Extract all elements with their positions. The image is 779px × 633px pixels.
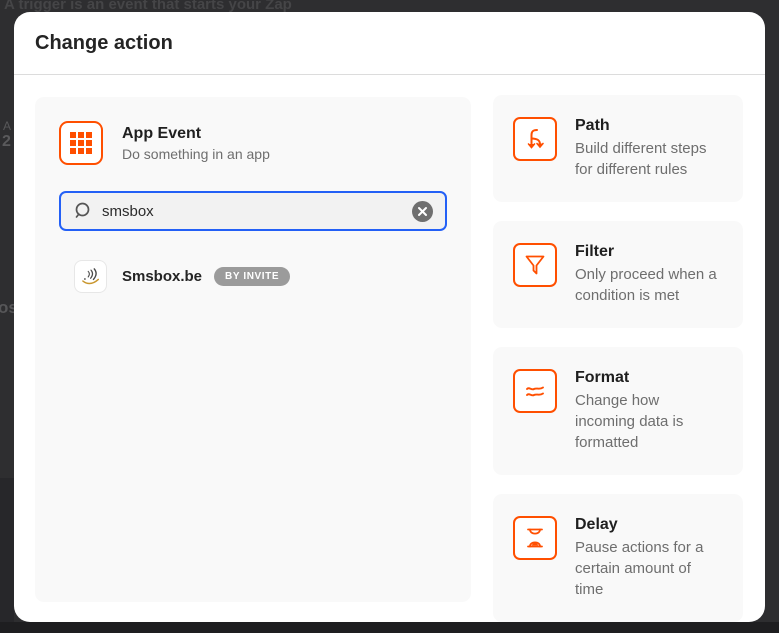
- path-icon: [513, 117, 557, 161]
- card-description: Change how incoming data is formatted: [575, 392, 684, 451]
- delay-icon: [513, 516, 557, 560]
- app-event-subtitle: Do something in an app: [122, 145, 270, 162]
- card-description: Build different steps for different rule…: [575, 140, 707, 178]
- card-title: Delay: [575, 516, 618, 533]
- search-icon: [73, 201, 93, 221]
- card-description: Only proceed when a condition is met: [575, 266, 717, 304]
- filter-card[interactable]: Filter Only proceed when a condition is …: [493, 221, 743, 328]
- path-card[interactable]: Path Build different steps for different…: [493, 95, 743, 202]
- result-app-name: Smsbox.be: [122, 268, 203, 285]
- background-block: [0, 478, 14, 633]
- app-event-panel: App Event Do something in an app smsbox …: [35, 97, 471, 602]
- format-icon: [513, 369, 557, 413]
- background-fragment: A: [3, 119, 12, 133]
- format-card[interactable]: Format Change how incoming data is forma…: [493, 347, 743, 475]
- change-action-modal: Change action App Event Do something in …: [14, 12, 765, 622]
- app-event-title: App Event: [122, 124, 202, 142]
- page-title: Change action: [35, 31, 173, 54]
- background-footer-band: [0, 622, 779, 633]
- card-title: Path: [575, 117, 610, 134]
- app-search-input[interactable]: [102, 202, 412, 220]
- card-title: Format: [575, 369, 630, 386]
- app-search-box[interactable]: [59, 191, 447, 231]
- smsbox-logo: [74, 260, 107, 293]
- builtin-actions-column: Path Build different steps for different…: [493, 95, 743, 622]
- app-event-grid-icon: [59, 121, 103, 165]
- card-description: Pause actions for a certain amount of ti…: [575, 539, 704, 598]
- search-result-smsbox[interactable]: Smsbox.be BY INVITE: [59, 260, 447, 293]
- modal-header: Change action: [14, 12, 765, 75]
- app-event-header: App Event Do something in an app: [59, 121, 447, 165]
- by-invite-badge: BY INVITE: [214, 267, 291, 286]
- filter-icon: [513, 243, 557, 287]
- delay-card[interactable]: Delay Pause actions for a certain amount…: [493, 494, 743, 622]
- card-title: Filter: [575, 243, 615, 260]
- close-icon: [418, 206, 427, 216]
- clear-search-button[interactable]: [412, 200, 433, 222]
- background-fragment: 2: [2, 133, 11, 150]
